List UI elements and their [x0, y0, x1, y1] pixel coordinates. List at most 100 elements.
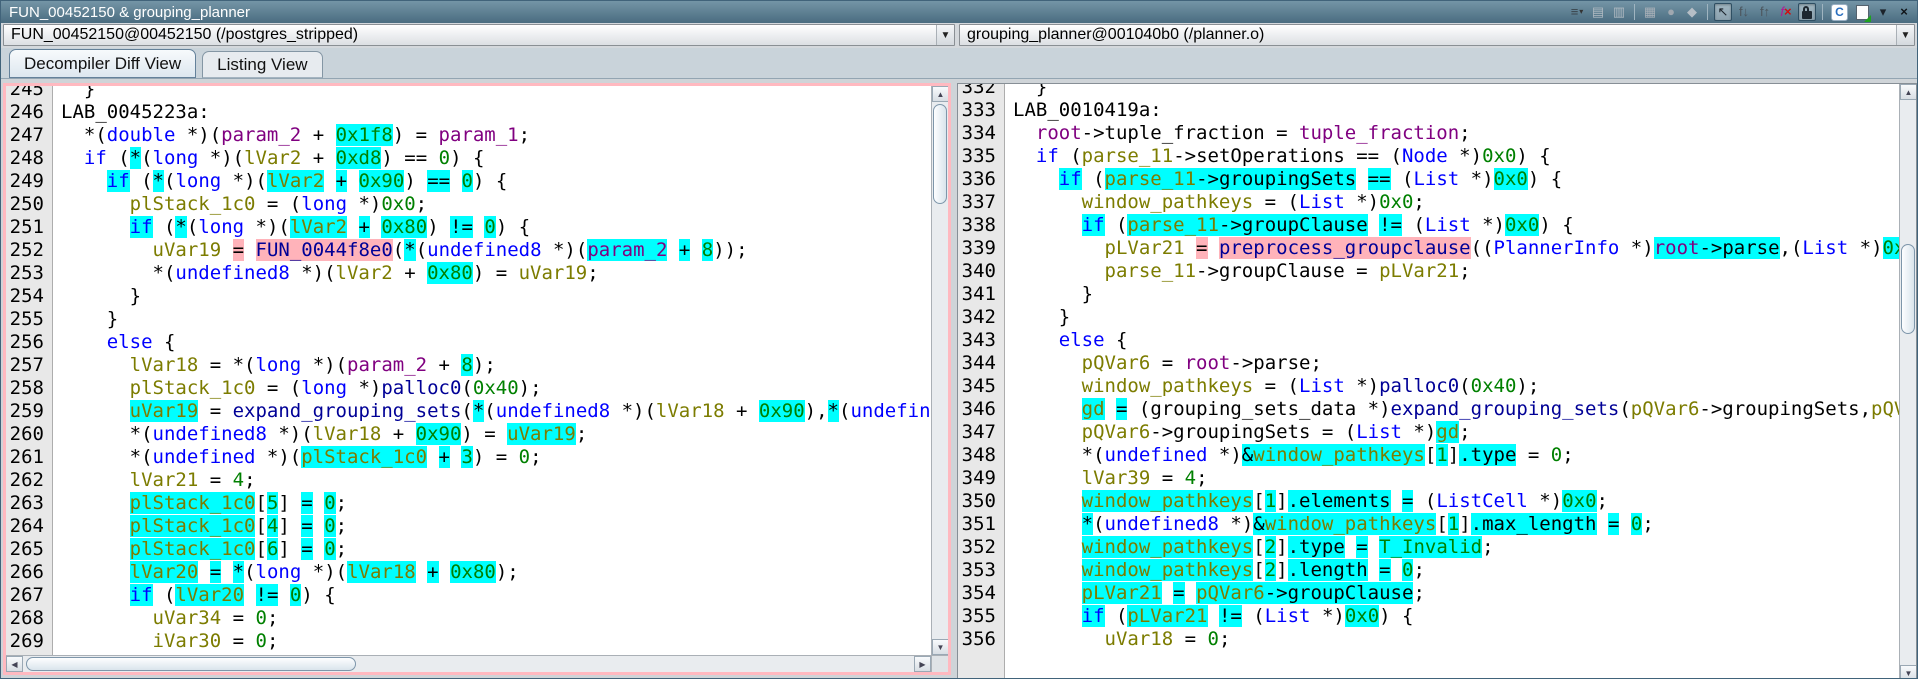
code-line[interactable]: 255 } — [6, 308, 931, 331]
code-line[interactable]: 343 else { — [958, 329, 1899, 352]
tab-decompiler-diff-view[interactable]: Decompiler Diff View — [9, 49, 196, 78]
right-function-selector[interactable]: grouping_planner@001040b0 (/planner.o) ▼ — [959, 24, 1915, 46]
code-line[interactable]: 348 *(undefined *)&window_pathkeys[1].ty… — [958, 444, 1899, 467]
scrollbar-thumb[interactable] — [1901, 244, 1915, 334]
memory-circle-icon[interactable]: ● — [1662, 3, 1680, 21]
remove-function-icon[interactable]: f× — [1777, 3, 1795, 21]
code-line[interactable]: 342 } — [958, 306, 1899, 329]
code-line[interactable]: 350 window_pathkeys[1].elements = (ListC… — [958, 490, 1899, 513]
code-line[interactable]: 260 *(undefined8 *)(lVar18 + 0x90) = uVa… — [6, 423, 931, 446]
code-line[interactable]: 355 if (pLVar21 != (List *)0x0) { — [958, 605, 1899, 628]
code-line[interactable]: 338 if (parse_11->groupClause != (List *… — [958, 214, 1899, 237]
code-line[interactable]: 346 gd = (grouping_sets_data *)expand_gr… — [958, 398, 1899, 421]
code-line[interactable]: 261 *(undefined *)(plStack_1c0 + 3) = 0; — [6, 446, 931, 469]
code-line[interactable]: 352 window_pathkeys[2].type = T_Invalid; — [958, 536, 1899, 559]
code-line[interactable]: 354 pLVar21 = pQVar6->groupClause; — [958, 582, 1899, 605]
scroll-down-arrow-icon[interactable]: ▼ — [1900, 665, 1917, 678]
code-line[interactable]: 264 plStack_1c0[4] = 0; — [6, 515, 931, 538]
code-line[interactable]: 266 lVar20 = *(long *)(lVar18 + 0x80); — [6, 561, 931, 584]
line-number: 253 — [6, 262, 53, 285]
line-number: 265 — [6, 538, 53, 561]
code-line[interactable]: 268 uVar34 = 0; — [6, 607, 931, 630]
chevron-down-icon[interactable]: ▼ — [1896, 25, 1914, 45]
function-next-icon[interactable]: f↓ — [1735, 3, 1753, 21]
code-line[interactable]: 245 } — [6, 86, 931, 101]
duplicate-view-icon[interactable]: ▤ — [1589, 3, 1607, 21]
code-line[interactable]: 254 } — [6, 285, 931, 308]
scroll-left-arrow-icon[interactable]: ◀ — [6, 656, 23, 672]
code-line[interactable]: 356 uVar18 = 0; — [958, 628, 1899, 651]
right-code-view[interactable]: 332 }333LAB_0010419a:334 root->tuple_fra… — [958, 84, 1899, 678]
code-line[interactable]: 340 parse_11->groupClause = pLVar21; — [958, 260, 1899, 283]
tab-listing-view[interactable]: Listing View — [202, 51, 322, 78]
binary-format-icon[interactable]: ▦ — [1641, 3, 1659, 21]
code-line[interactable]: 337 window_pathkeys = (List *)0x0; — [958, 191, 1899, 214]
line-number: 354 — [958, 582, 1005, 605]
code-line[interactable]: 349 lVar39 = 4; — [958, 467, 1899, 490]
code-line[interactable]: 251 if (*(long *)(lVar2 + 0x80) != 0) { — [6, 216, 931, 239]
scroll-up-arrow-icon[interactable]: ▲ — [1900, 84, 1917, 100]
snapshot-menu-icon[interactable]: ≡▾ — [1568, 3, 1586, 21]
left-function-selector[interactable]: FUN_00452150@00452150 (/postgres_strippe… — [3, 24, 955, 46]
code-line[interactable]: 256 else { — [6, 331, 931, 354]
scroll-up-arrow-icon[interactable]: ▲ — [932, 86, 949, 102]
code-line[interactable]: 247 *(double *)(param_2 + 0x1f8) = param… — [6, 124, 931, 147]
left-code-view[interactable]: 245 }246LAB_0045223a:247 *(double *)(par… — [6, 86, 931, 655]
export-view-icon[interactable]: ▥ — [1610, 3, 1628, 21]
code-line[interactable]: 344 pQVar6 = root->parse; — [958, 352, 1899, 375]
code-text: LAB_0010419a: — [1005, 99, 1162, 122]
code-line[interactable]: 333LAB_0010419a: — [958, 99, 1899, 122]
code-line[interactable]: 345 window_pathkeys = (List *)palloc0(0x… — [958, 375, 1899, 398]
code-line[interactable]: 351 *(undefined8 *)&window_pathkeys[1].m… — [958, 513, 1899, 536]
left-vertical-scrollbar[interactable]: ▲ ▼ — [931, 86, 948, 655]
code-line[interactable]: 267 if (lVar20 != 0) { — [6, 584, 931, 607]
diamond-icon[interactable]: ◆ — [1683, 3, 1701, 21]
code-line[interactable]: 269 iVar30 = 0; — [6, 630, 931, 653]
code-text: } — [53, 308, 118, 331]
code-line[interactable]: 334 root->tuple_fraction = tuple_fractio… — [958, 122, 1899, 145]
code-line[interactable]: 249 if (*(long *)(lVar2 + 0x90) == 0) { — [6, 170, 931, 193]
close-icon[interactable]: × — [1895, 3, 1913, 21]
scrollbar-thumb[interactable] — [26, 657, 356, 671]
code-line[interactable]: 335 if (parse_11->setOperations == (Node… — [958, 145, 1899, 168]
line-number: 333 — [958, 99, 1005, 122]
scroll-down-arrow-icon[interactable]: ▼ — [932, 639, 949, 655]
code-line[interactable]: 265 plStack_1c0[6] = 0; — [6, 538, 931, 561]
code-line[interactable]: 339 pLVar21 = preprocess_groupclause((Pl… — [958, 237, 1899, 260]
code-text: pQVar6 = root->parse; — [1005, 352, 1322, 375]
code-line[interactable]: 332 } — [958, 84, 1899, 99]
lock-icon[interactable] — [1798, 3, 1816, 21]
code-line[interactable]: 259 uVar19 = expand_grouping_sets(*(unde… — [6, 400, 931, 423]
code-line[interactable]: 248 if (*(long *)(lVar2 + 0xd8) == 0) { — [6, 147, 931, 170]
code-line[interactable]: 252 uVar19 = FUN_0044f8e0(*(undefined8 *… — [6, 239, 931, 262]
line-number: 355 — [958, 605, 1005, 628]
function-prev-icon[interactable]: f↑ — [1756, 3, 1774, 21]
code-line[interactable]: 353 window_pathkeys[2].length = 0; — [958, 559, 1899, 582]
c-source-icon[interactable]: C — [1829, 3, 1850, 21]
scrollbar-thumb[interactable] — [933, 104, 947, 204]
line-number: 245 — [6, 86, 53, 101]
new-snapshot-icon[interactable] — [1853, 3, 1871, 21]
code-line[interactable]: 336 if (parse_11->groupingSets == (List … — [958, 168, 1899, 191]
menu-chevron-icon[interactable]: ▾ — [1874, 3, 1892, 21]
code-line[interactable]: 253 *(undefined8 *)(lVar2 + 0x80) = uVar… — [6, 262, 931, 285]
code-text: uVar19 = FUN_0044f8e0(*(undefined8 *)(pa… — [53, 239, 748, 262]
cursor-tool-icon[interactable]: ↖ — [1714, 3, 1732, 21]
code-line[interactable]: 341 } — [958, 283, 1899, 306]
scroll-right-arrow-icon[interactable]: ▶ — [914, 656, 931, 672]
right-vertical-scrollbar[interactable]: ▲ ▼ — [1899, 84, 1916, 678]
left-horizontal-scrollbar[interactable]: ◀ ▶ — [6, 655, 931, 672]
code-line[interactable]: 347 pQVar6->groupingSets = (List *)gd; — [958, 421, 1899, 444]
code-text: LAB_0045223a: — [53, 101, 210, 124]
code-line[interactable]: 262 lVar21 = 4; — [6, 469, 931, 492]
code-text: else { — [53, 331, 175, 354]
code-line[interactable]: 263 plStack_1c0[5] = 0; — [6, 492, 931, 515]
code-line[interactable]: 258 plStack_1c0 = (long *)palloc0(0x40); — [6, 377, 931, 400]
code-line[interactable]: 246LAB_0045223a: — [6, 101, 931, 124]
code-line[interactable]: 257 lVar18 = *(long *)(param_2 + 8); — [6, 354, 931, 377]
code-line[interactable]: 250 plStack_1c0 = (long *)0x0; — [6, 193, 931, 216]
line-number: 258 — [6, 377, 53, 400]
code-text: gd = (grouping_sets_data *)expand_groupi… — [1005, 398, 1899, 421]
chevron-down-icon[interactable]: ▼ — [936, 25, 954, 45]
line-number: 262 — [6, 469, 53, 492]
